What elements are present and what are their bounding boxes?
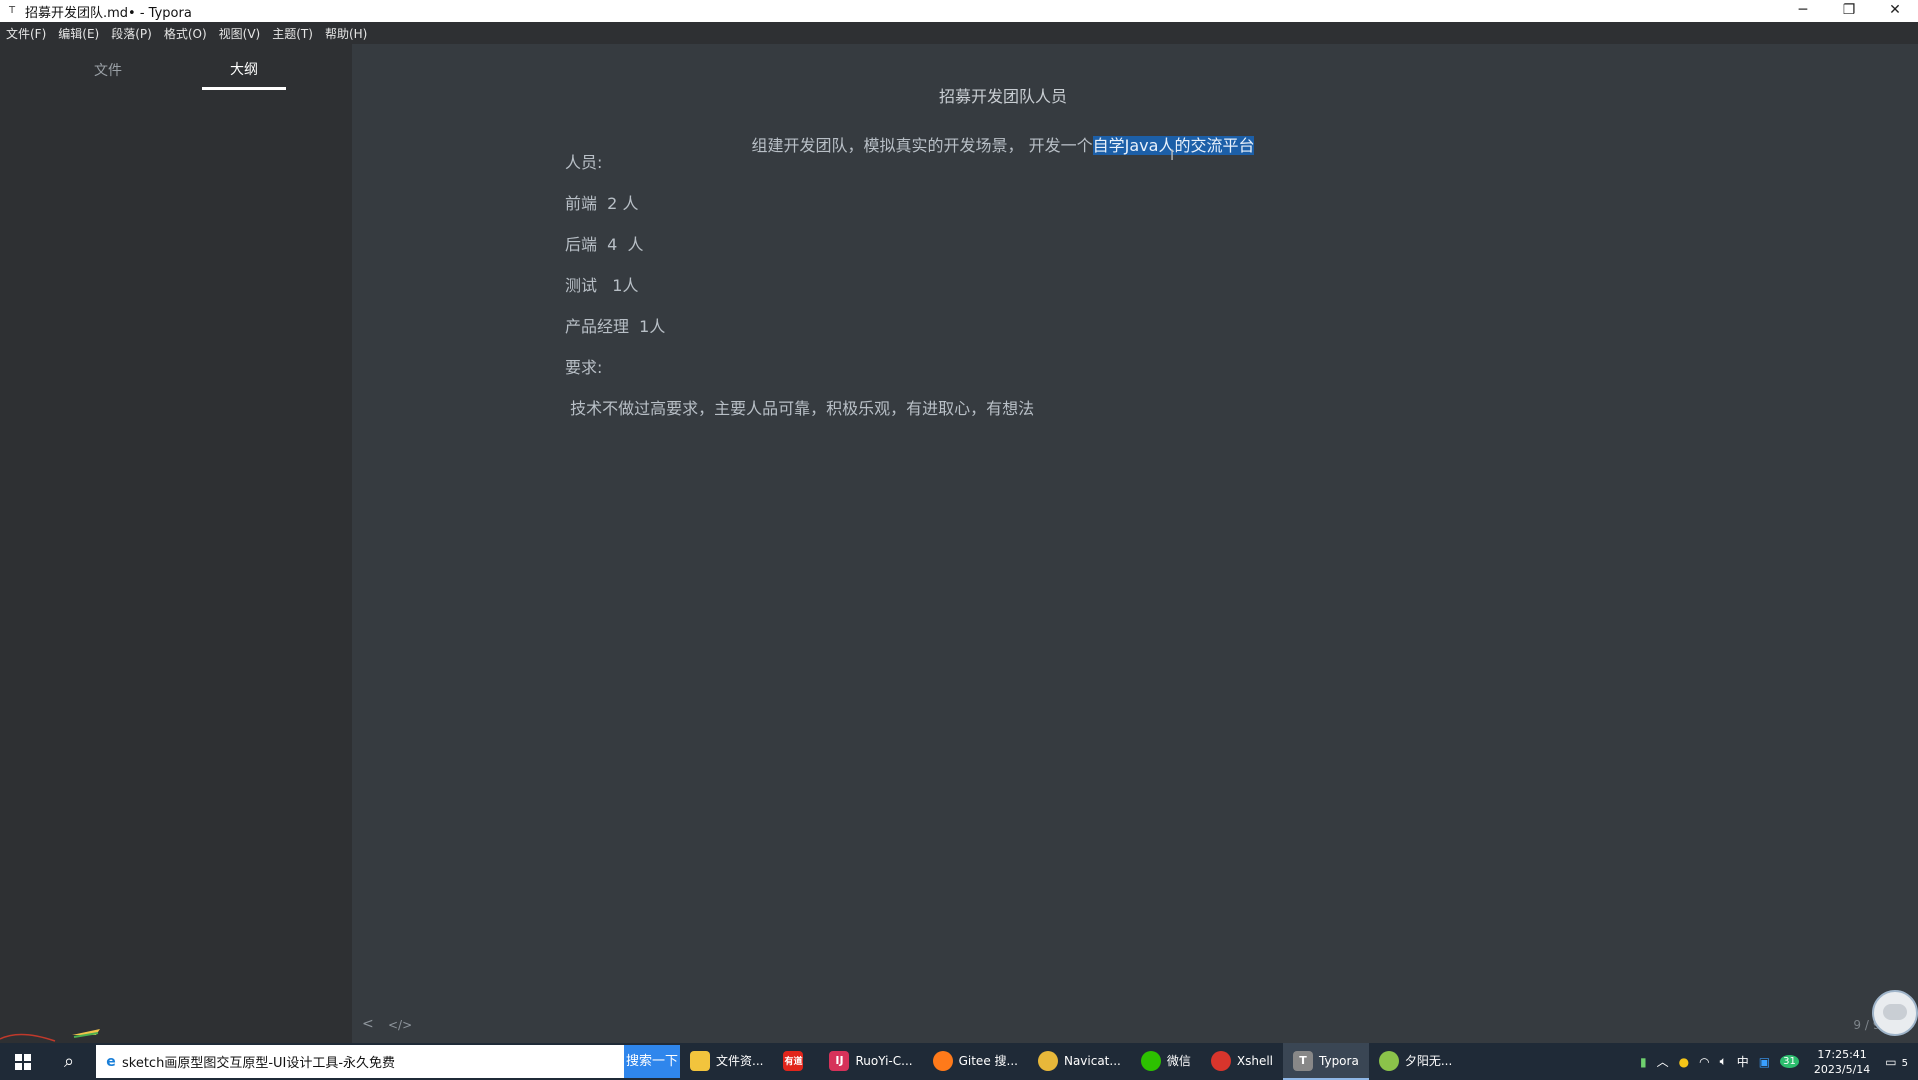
tab-outline[interactable]: 大纲	[202, 59, 286, 90]
typora-icon: T	[1293, 1050, 1313, 1071]
menu-view[interactable]: 视图(V)	[219, 25, 261, 42]
browser-search-box[interactable]: e sketch画原型图交互原型-UI设计工具-永久免费 搜索一下	[96, 1045, 680, 1078]
sidebar: 文件 大纲	[0, 44, 352, 1043]
task-xshell[interactable]: Xshell	[1201, 1043, 1283, 1080]
floating-assistant-icon[interactable]	[1872, 990, 1918, 1036]
paragraph-people: 人员:	[565, 153, 603, 172]
menu-format[interactable]: 格式(O)	[164, 25, 207, 42]
system-tray: ▮ ︿ ● ◠ 🔈︎ 中 ▣ 31 17:25:41 2023/5/14 ▭ 5	[1635, 1043, 1918, 1080]
typora-app-icon: T	[8, 5, 16, 16]
paragraph-backend: 后端 4 人	[565, 235, 644, 254]
restore-icon[interactable]: ❐	[1826, 0, 1872, 22]
notification-center-icon[interactable]: ▭ 5	[1885, 1055, 1913, 1069]
network-icon[interactable]: ◠	[1699, 1055, 1709, 1069]
task-wechat[interactable]: 微信	[1131, 1043, 1201, 1080]
windows-logo-icon	[15, 1053, 31, 1070]
task-label: Typora	[1319, 1053, 1359, 1068]
editor-footer: < </> 9 / 91	[352, 1010, 1918, 1042]
task-label: 微信	[1166, 1054, 1191, 1068]
paragraph-test: 测试 1人	[565, 276, 639, 295]
task-intellij[interactable]: IJ RuoYi-C...	[819, 1043, 922, 1080]
toggle-sidebar-icon[interactable]: <	[362, 1016, 374, 1032]
menu-help[interactable]: 帮助(H)	[325, 25, 367, 42]
paragraph-frontend: 前端 2 人	[565, 194, 639, 213]
task-label: Xshell	[1236, 1053, 1273, 1068]
clock-date: 2023/5/14	[1813, 1062, 1871, 1076]
music-app-icon	[1378, 1050, 1399, 1071]
battery-icon[interactable]: ▮	[1640, 1055, 1647, 1069]
youdao-icon: 有道	[783, 1050, 804, 1071]
task-label: Gitee 搜...	[958, 1054, 1018, 1068]
editor-pane[interactable]: 招募开发团队人员 组建开发团队，模拟真实的开发场景， 开发一个自学Java人的交…	[352, 44, 1918, 1043]
window-title-bar: T 招募开发团队.md• - Typora ─ ❐ ✕	[0, 0, 1918, 22]
document-title: 招募开发团队人员	[938, 87, 1067, 106]
notification-count: 5	[1901, 1057, 1908, 1069]
tray-app-icon[interactable]: ●	[1679, 1055, 1689, 1069]
task-label: RuoYi-C...	[855, 1053, 913, 1068]
system-clock[interactable]: 17:25:41 2023/5/14	[1814, 1047, 1870, 1077]
subtitle-text: 组建开发团队，模拟真实的开发场景， 开发一个	[751, 136, 1093, 155]
tray-badge[interactable]: 31	[1780, 1055, 1799, 1068]
wechat-icon	[1140, 1050, 1161, 1071]
taskbar-search-icon[interactable]: ⌕	[46, 1043, 92, 1080]
ime-indicator[interactable]: 中	[1737, 1053, 1749, 1070]
tab-files[interactable]: 文件	[66, 60, 150, 90]
search-button[interactable]: 搜索一下	[624, 1045, 680, 1078]
document-subtitle: 组建开发团队，模拟真实的开发场景， 开发一个自学Java人的交流平台	[352, 132, 1654, 156]
chevron-up-icon[interactable]: ︿	[1657, 1053, 1669, 1070]
task-typora[interactable]: T Typora	[1283, 1043, 1369, 1080]
start-button[interactable]	[0, 1043, 46, 1080]
intellij-icon: IJ	[829, 1050, 850, 1071]
sidebar-tabs: 文件 大纲	[0, 44, 352, 90]
windows-taskbar: ⌕ e sketch画原型图交互原型-UI设计工具-永久免费 搜索一下 文件资.…	[0, 1043, 1918, 1080]
window-title: 招募开发团队.md• - Typora	[25, 5, 192, 21]
source-mode-icon[interactable]: </>	[388, 1018, 412, 1032]
xshell-icon	[1210, 1050, 1231, 1071]
task-firefox[interactable]: Gitee 搜...	[923, 1043, 1028, 1080]
ie-icon: e	[106, 1053, 116, 1070]
search-query[interactable]: sketch画原型图交互原型-UI设计工具-永久免费	[122, 1052, 395, 1071]
task-music[interactable]: 夕阳无...	[1369, 1043, 1462, 1080]
task-label: 文件资...	[716, 1054, 764, 1068]
navicat-icon	[1037, 1050, 1058, 1071]
folder-icon	[690, 1050, 710, 1071]
menu-theme[interactable]: 主题(T)	[272, 25, 313, 42]
task-label: 夕阳无...	[1404, 1054, 1453, 1068]
robot-face-icon	[1883, 1004, 1907, 1020]
minimize-icon[interactable]: ─	[1780, 0, 1826, 22]
task-youdao[interactable]: 有道	[773, 1043, 819, 1080]
firefox-icon	[932, 1050, 953, 1071]
menu-paragraph[interactable]: 段落(P)	[111, 25, 152, 42]
tray-q-icon[interactable]: ▣	[1759, 1055, 1770, 1069]
text-cursor-icon: I	[1170, 148, 1175, 164]
menu-file[interactable]: 文件(F)	[6, 25, 46, 42]
paragraph-requirements: 要求:	[565, 358, 603, 377]
menu-edit[interactable]: 编辑(E)	[58, 25, 99, 42]
task-label: Navicat...	[1063, 1053, 1121, 1068]
close-icon[interactable]: ✕	[1872, 0, 1918, 22]
volume-icon[interactable]: 🔈︎	[1720, 1054, 1727, 1069]
decorative-doodle-icon	[0, 1029, 100, 1042]
task-file-explorer[interactable]: 文件资...	[680, 1043, 773, 1080]
paragraph-pm: 产品经理 1人	[565, 317, 666, 336]
clock-time: 17:25:41	[1817, 1047, 1867, 1061]
menu-bar: 文件(F) 编辑(E) 段落(P) 格式(O) 视图(V) 主题(T) 帮助(H…	[0, 22, 1918, 44]
window-controls: ─ ❐ ✕	[1780, 0, 1918, 22]
paragraph-requirements-detail: 技术不做过高要求，主要人品可靠，积极乐观，有进取心，有想法	[565, 399, 1035, 418]
task-navicat[interactable]: Navicat...	[1028, 1043, 1131, 1080]
